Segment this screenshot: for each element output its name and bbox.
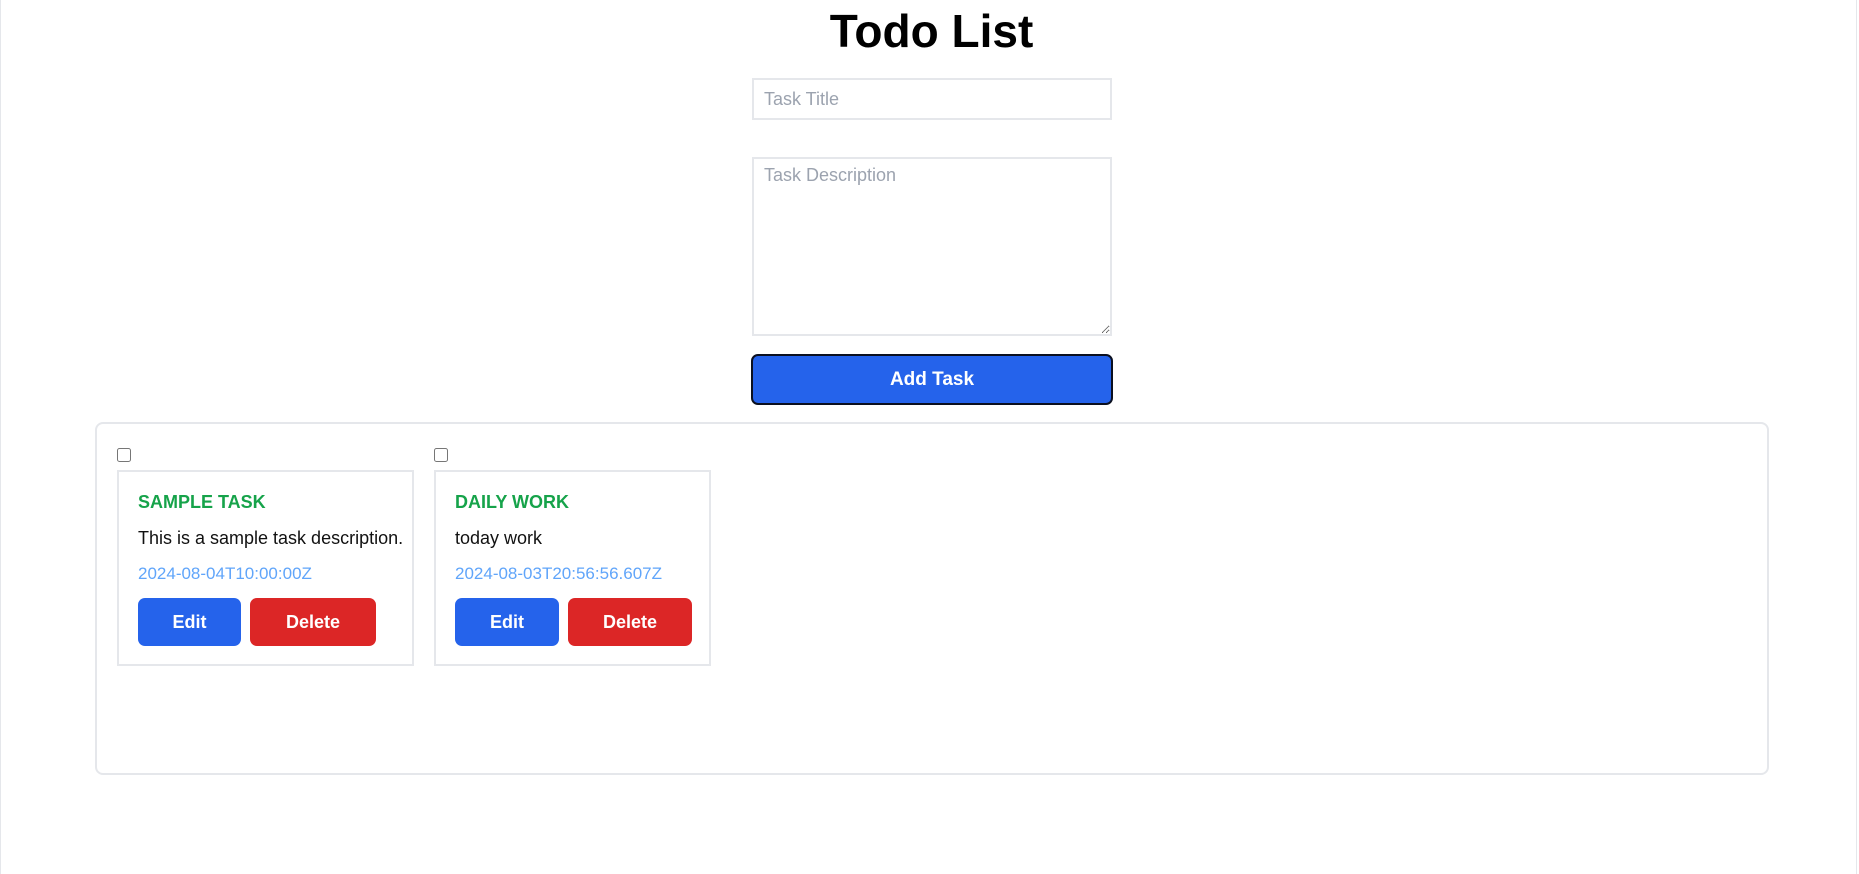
task-title: SAMPLE TASK — [138, 492, 266, 512]
task-title: DAILY WORK — [455, 492, 570, 512]
task-description: today work — [455, 528, 543, 548]
page-title: Todo List — [829, 5, 1034, 57]
delete-button[interactable]: Delete — [568, 598, 692, 646]
task-list-panel: SAMPLE TASK This is a sample task descri… — [95, 422, 1769, 775]
task-checkbox[interactable] — [117, 448, 131, 462]
delete-button[interactable]: Delete — [250, 598, 376, 646]
edit-button[interactable]: Edit — [138, 598, 241, 646]
task-card: SAMPLE TASK This is a sample task descri… — [117, 470, 414, 666]
edit-button[interactable]: Edit — [455, 598, 559, 646]
task-date: 2024-08-03T20:56:56.607Z — [455, 564, 662, 583]
add-task-button[interactable]: Add Task — [751, 354, 1113, 405]
task-title-input[interactable] — [752, 78, 1112, 120]
task-card: DAILY WORK today work 2024-08-03T20:56:5… — [434, 470, 711, 666]
task-checkbox[interactable] — [434, 448, 448, 462]
task-description-input[interactable] — [752, 157, 1112, 336]
task-date: 2024-08-04T10:00:00Z — [138, 564, 312, 583]
task-description: This is a sample task description. — [138, 528, 404, 548]
